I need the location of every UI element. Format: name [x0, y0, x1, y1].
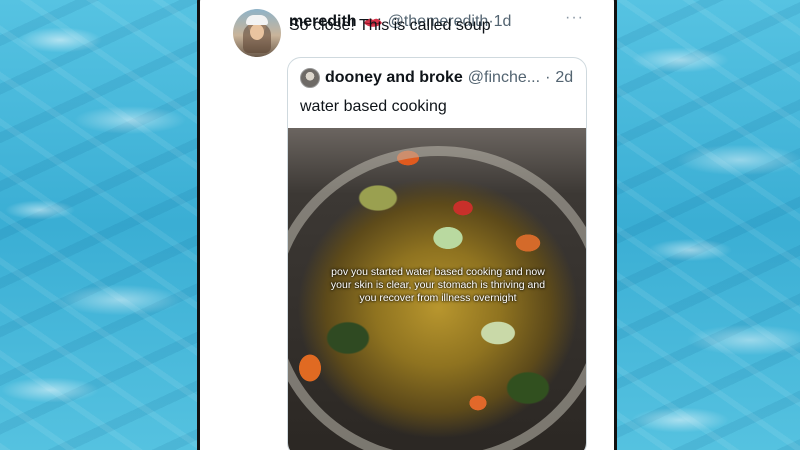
- tweet-card: meredith @themeredith · 1d ··· So close!…: [197, 0, 617, 450]
- avatar-face: [250, 24, 264, 40]
- tweet-text: So close! This is called soup: [289, 17, 491, 34]
- quoted-separator-dot: ·: [545, 69, 551, 86]
- quoted-tweet-text: water based cooking: [300, 98, 447, 115]
- quoted-tweet-header: dooney and broke @finche... · 2d: [300, 68, 573, 88]
- quoted-author-name[interactable]: dooney and broke: [325, 69, 463, 87]
- quoted-tweet[interactable]: dooney and broke @finche... · 2d water b…: [287, 57, 587, 450]
- avatar[interactable]: [233, 9, 281, 57]
- more-options-icon[interactable]: ···: [565, 9, 584, 27]
- soup-pot-image[interactable]: pov you started water based cooking and …: [288, 128, 586, 450]
- avatar-hat: [246, 15, 268, 25]
- quoted-post-time[interactable]: 2d: [555, 69, 573, 87]
- media-caption-overlay: pov you started water based cooking and …: [330, 266, 546, 304]
- quoted-avatar[interactable]: [300, 68, 320, 88]
- quoted-author-handle[interactable]: @finche...: [468, 69, 540, 87]
- post-time[interactable]: 1d: [494, 13, 512, 31]
